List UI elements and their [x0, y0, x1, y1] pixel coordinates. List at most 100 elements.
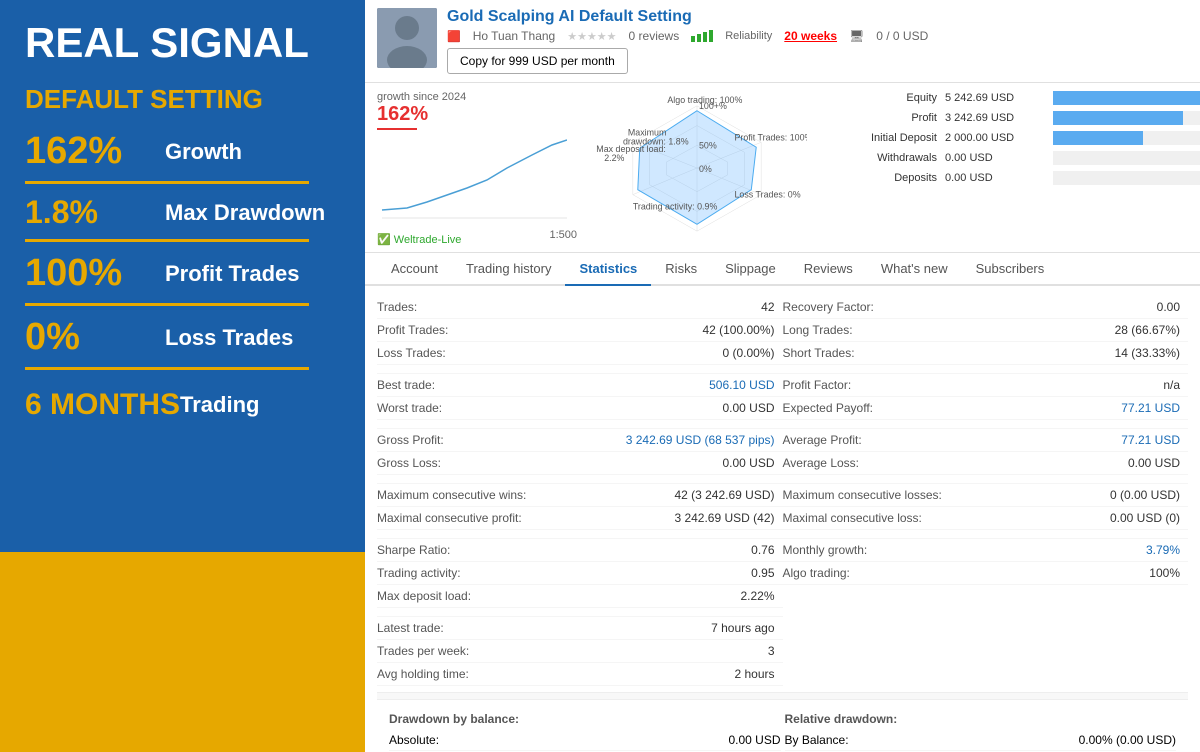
weeks-badge: 20 weeks [784, 29, 837, 43]
stat-spacer-r3 [783, 475, 1189, 484]
profit-trades-stat-label: Profit Trades: [377, 323, 448, 337]
stat-0: 0% Loss Trades [25, 316, 340, 359]
stat-consec-wins: Maximum consecutive wins: 42 (3 242.69 U… [377, 484, 783, 507]
short-trades-value: 14 (33.33%) [1115, 346, 1180, 360]
drawdown-relative-col: Relative drawdown: By Balance: 0.00% (0.… [785, 712, 1177, 752]
right-panel: Gold Scalping AI Default Setting 🟥 Ho Tu… [365, 0, 1200, 752]
profit-factor-label: Profit Factor: [783, 378, 852, 392]
growth-chart: growth since 2024 162% ✅ Weltrade-Live 1… [377, 91, 577, 244]
avg-holding-label: Avg holding time: [377, 667, 469, 681]
profit-label: Profit [827, 112, 937, 124]
equity-bar [1053, 91, 1200, 105]
copy-button[interactable]: Copy for 999 USD per month [447, 48, 628, 74]
header-meta: 🟥 Ho Tuan Thang ★★★★★ 0 reviews Reliabil… [447, 29, 1188, 43]
stat-profit-trades: Profit Trades: 42 (100.00%) [377, 319, 783, 342]
sharpe-label: Sharpe Ratio: [377, 543, 450, 557]
svg-text:2.2%: 2.2% [604, 153, 624, 163]
profit-bar [1053, 111, 1183, 125]
stat-monthly-growth: Monthly growth: 3.79% [783, 539, 1189, 562]
line-chart-svg [377, 130, 567, 220]
deposits-value: 0.00 USD [945, 172, 1045, 184]
stat-gross-profit: Gross Profit: 3 242.69 USD (68 537 pips) [377, 429, 783, 452]
gross-loss-label: Gross Loss: [377, 456, 441, 470]
equity-bar-bg [1053, 91, 1200, 105]
stat-100: 100% Profit Trades [25, 252, 340, 295]
stat-spacer-r4 [783, 530, 1189, 539]
max-deposit-stat-value: 2.22% [740, 589, 774, 603]
monthly-growth-label: Monthly growth: [783, 543, 868, 557]
tab-risks[interactable]: Risks [651, 253, 711, 286]
equity-bars: Equity 5 242.69 USD Profit 3 242.69 USD … [817, 91, 1200, 244]
recovery-value: 0.00 [1157, 300, 1180, 314]
tab-statistics[interactable]: Statistics [565, 253, 651, 286]
stat-spacer2 [377, 420, 783, 429]
stat-avg-profit: Average Profit: 77.21 USD [783, 429, 1189, 452]
leverage: 1:500 [549, 229, 577, 246]
tab-reviews[interactable]: Reviews [790, 253, 867, 286]
tab-subscribers[interactable]: Subscribers [962, 253, 1059, 286]
loss-trades-stat-label: Loss Trades: [377, 346, 446, 360]
tabs-bar: Account Trading history Statistics Risks… [365, 253, 1200, 286]
avatar [377, 8, 437, 68]
tab-slippage[interactable]: Slippage [711, 253, 790, 286]
avatar-image [377, 8, 437, 68]
stat-pct-18: 1.8% [25, 194, 165, 231]
stat-trading-activity: Trading activity: 0.95 [377, 562, 783, 585]
trades-per-week-value: 3 [768, 644, 775, 658]
signal-title: Gold Scalping AI Default Setting [447, 8, 1188, 26]
equity-row-deposits: Deposits 0.00 USD [827, 171, 1200, 185]
tab-account[interactable]: Account [377, 253, 452, 286]
stat-max-deposit: Max deposit load: 2.22% [377, 585, 783, 608]
max-consec-losses-label: Maximum consecutive losses: [783, 488, 942, 502]
tab-trading-history[interactable]: Trading history [452, 253, 566, 286]
svg-text:50%: 50% [699, 140, 717, 150]
drawdown-absolute-label: Absolute: [389, 733, 439, 747]
real-signal-title: REAL SIGNAL [25, 20, 340, 66]
avg-holding-value: 2 hours [734, 667, 774, 681]
drawdown-grid: Drawdown by balance: Absolute: 0.00 USD … [389, 712, 1176, 752]
radar-chart: Algo trading: 100% Profit Trades: 100% L… [587, 91, 807, 244]
stats-col-right: Recovery Factor: 0.00 Long Trades: 28 (6… [783, 296, 1189, 686]
signal-header: Gold Scalping AI Default Setting 🟥 Ho Tu… [365, 0, 1200, 83]
stat-gross-loss: Gross Loss: 0.00 USD [377, 452, 783, 475]
stat-trades-per-week: Trades per week: 3 [377, 640, 783, 663]
stat-spacer4 [377, 530, 783, 539]
rel-bar-1 [691, 36, 695, 42]
gross-profit-label: Gross Profit: [377, 433, 444, 447]
stat-best-trade: Best trade: 506.10 USD [377, 374, 783, 397]
stat-label-drawdown: Max Drawdown [165, 200, 325, 226]
growth-since-label: growth since 2024 [377, 91, 577, 103]
long-trades-value: 28 (66.67%) [1115, 323, 1180, 337]
stat-long-trades: Long Trades: 28 (66.67%) [783, 319, 1189, 342]
balance-icon: 🖥 [849, 29, 864, 43]
star-rating: ★★★★★ [567, 30, 616, 43]
withdrawals-label: Withdrawals [827, 152, 937, 164]
header-info: Gold Scalping AI Default Setting 🟥 Ho Tu… [447, 8, 1188, 74]
avg-loss-label: Average Loss: [783, 456, 860, 470]
stat-6months: 6 MONTHS Trading [25, 388, 340, 422]
reviews-count: 0 reviews [629, 29, 680, 43]
svg-text:0%: 0% [699, 164, 712, 174]
stat-pct-162: 162% [25, 130, 165, 173]
stat-max-consec-losses: Maximum consecutive losses: 0 (0.00 USD) [783, 484, 1189, 507]
tab-whats-new[interactable]: What's new [867, 253, 962, 286]
max-consec-loss-label: Maximal consecutive loss: [783, 511, 922, 525]
short-trades-label: Short Trades: [783, 346, 855, 360]
stat-pct-6months: 6 MONTHS [25, 388, 180, 422]
consec-profit-label: Maximal consecutive profit: [377, 511, 522, 525]
stat-worst-trade: Worst trade: 0.00 USD [377, 397, 783, 420]
avg-profit-value: 77.21 USD [1121, 433, 1180, 447]
statistics-content: Trades: 42 Profit Trades: 42 (100.00%) L… [365, 286, 1200, 752]
equity-row-equity: Equity 5 242.69 USD [827, 91, 1200, 105]
algo-trading-stat-value: 100% [1149, 566, 1180, 580]
stat-label-profit: Profit Trades [165, 261, 299, 287]
equity-label: Equity [827, 92, 937, 104]
latest-trade-label: Latest trade: [377, 621, 444, 635]
stat-avg-holding: Avg holding time: 2 hours [377, 663, 783, 686]
stat-max-consec-loss: Maximal consecutive loss: 0.00 USD (0) [783, 507, 1189, 530]
rel-bar-3 [703, 32, 707, 42]
max-consec-loss-value: 0.00 USD (0) [1110, 511, 1180, 525]
stat-consec-profit: Maximal consecutive profit: 3 242.69 USD… [377, 507, 783, 530]
drawdown-by-balance: By Balance: 0.00% (0.00 USD) [785, 730, 1177, 751]
stats-col-left: Trades: 42 Profit Trades: 42 (100.00%) L… [377, 296, 783, 686]
